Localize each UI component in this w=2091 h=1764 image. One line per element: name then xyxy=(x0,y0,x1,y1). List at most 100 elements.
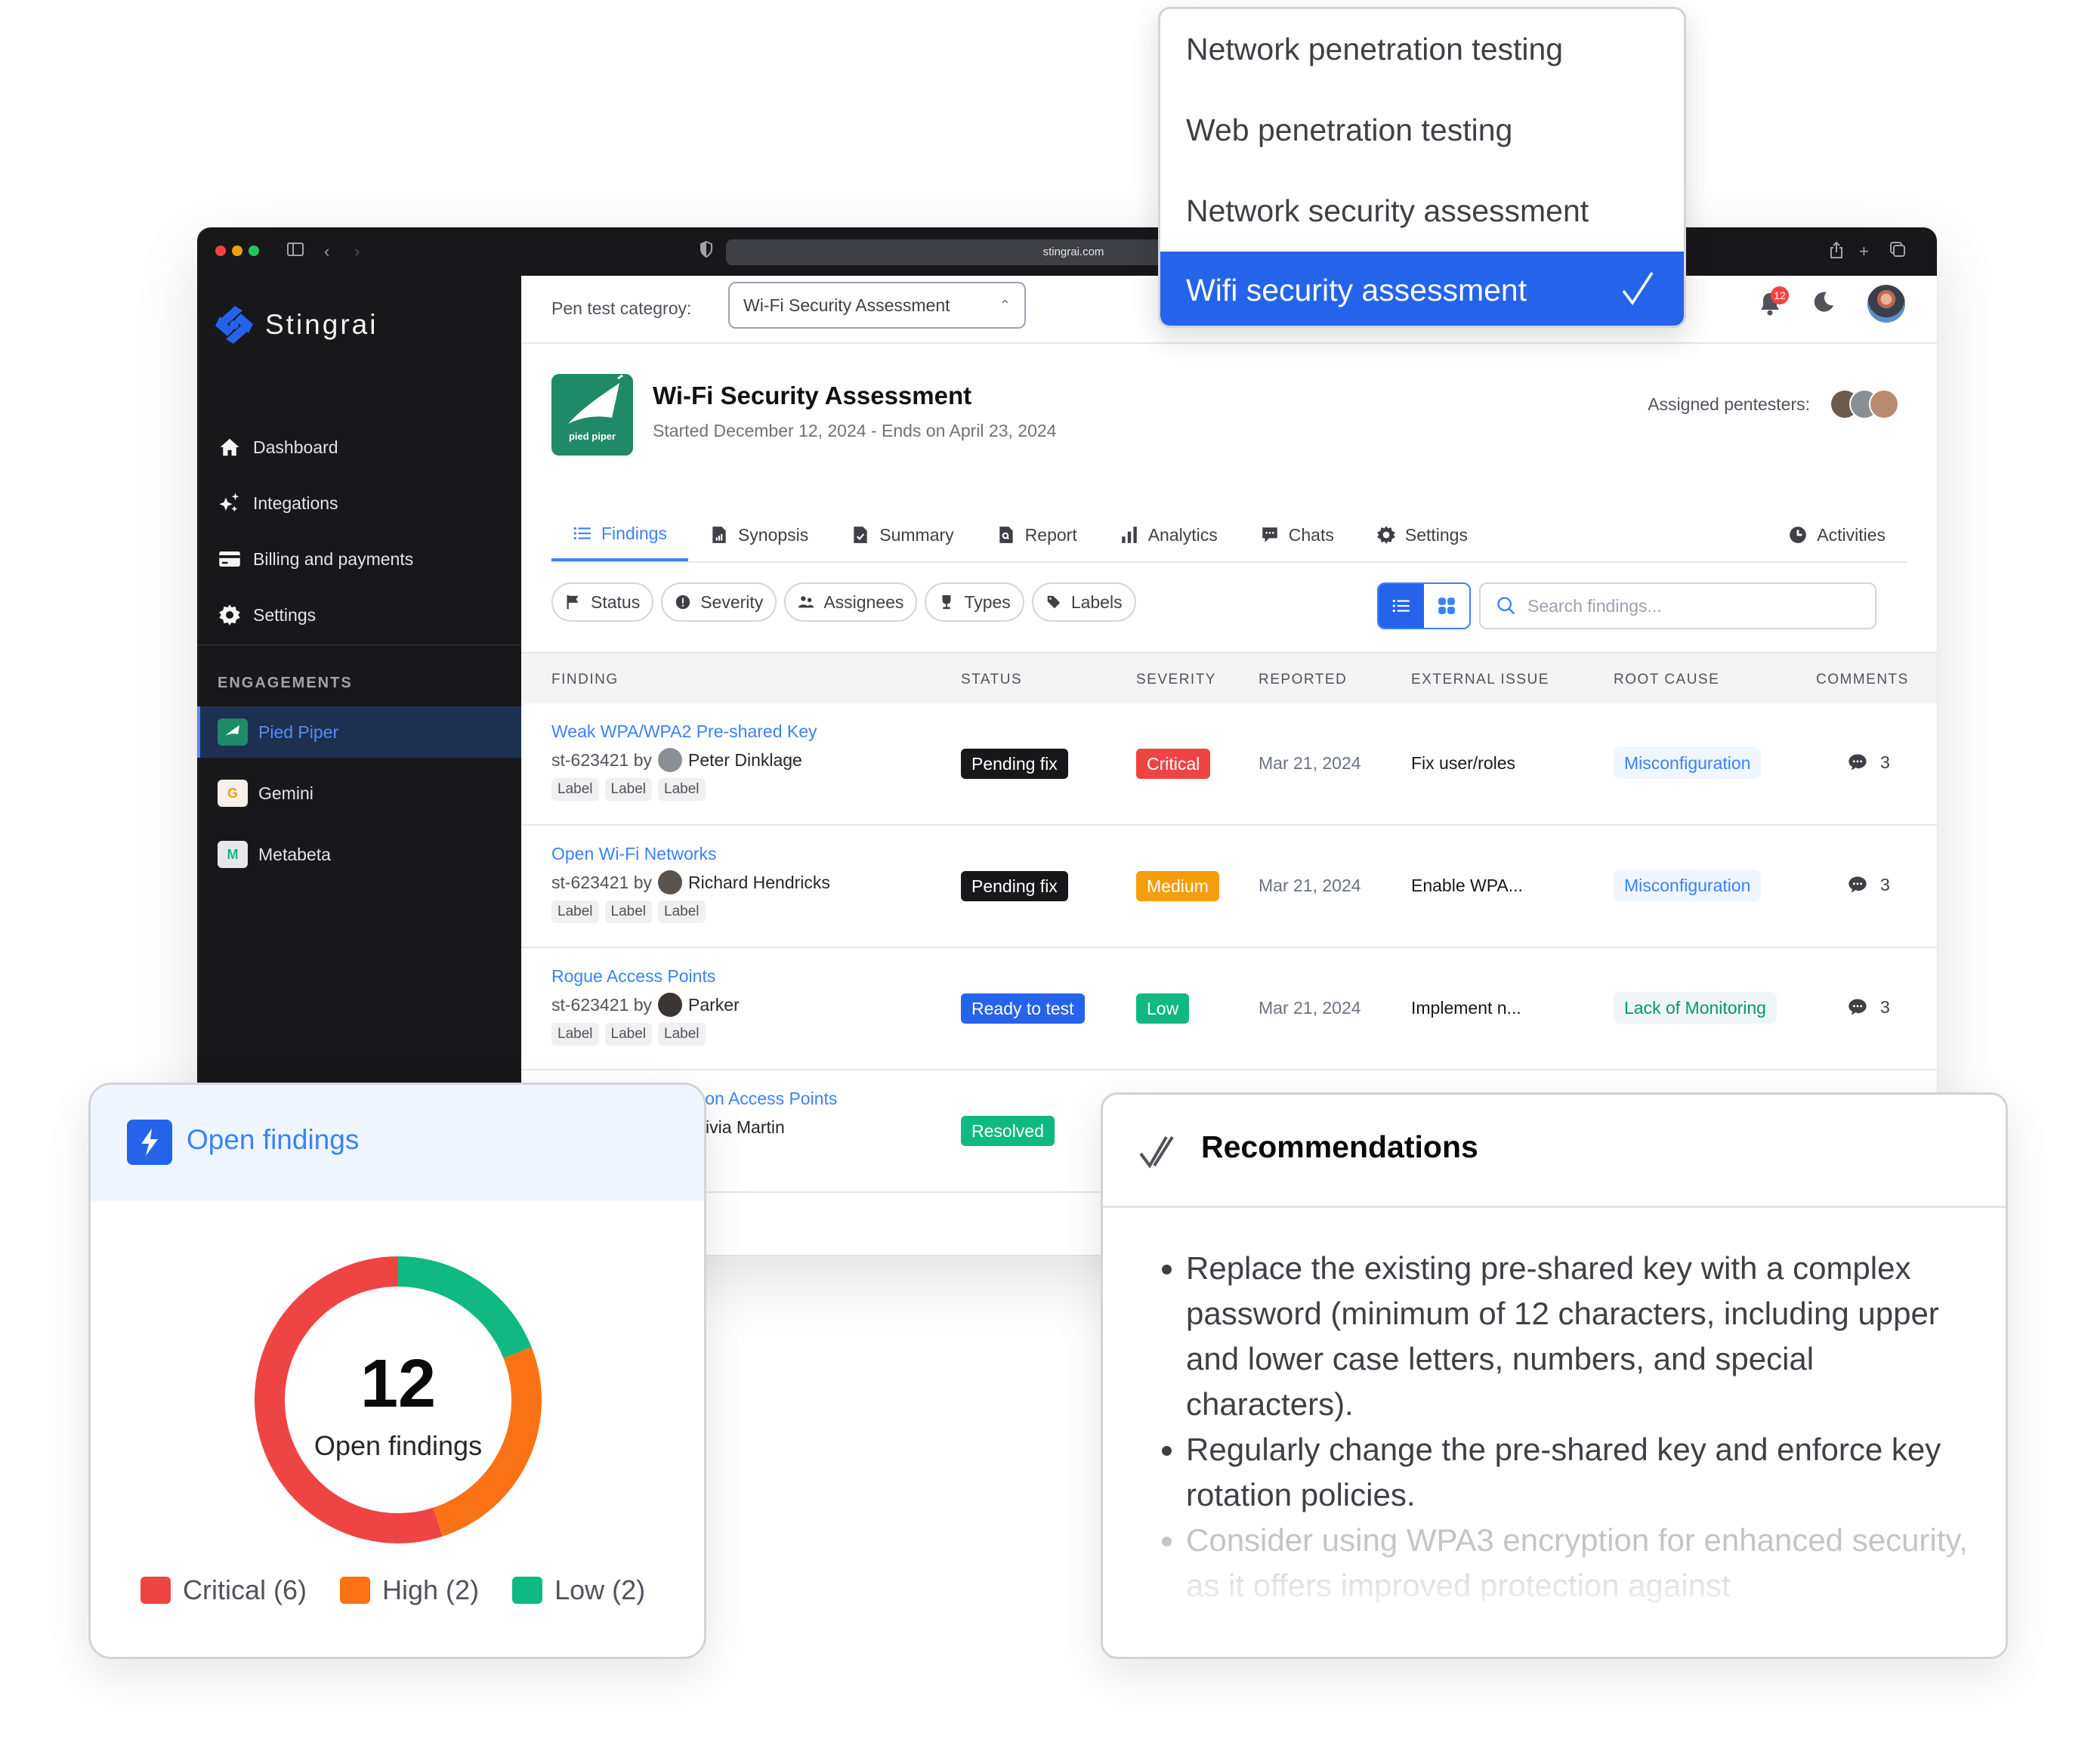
external-issue[interactable]: Fix user/roles xyxy=(1411,753,1515,774)
user-avatar[interactable] xyxy=(1866,283,1907,324)
tab-settings[interactable]: Settings xyxy=(1355,508,1489,561)
back-icon[interactable]: ‹ xyxy=(324,241,329,262)
table-row[interactable]: Open Wi-Fi Networks st-623421 by Richard H… xyxy=(521,826,1937,948)
comments-cell[interactable]: 3 xyxy=(1847,752,1890,773)
engagement-pied-piper[interactable]: Pied Piper xyxy=(197,706,521,758)
status-badge[interactable]: Pending fix xyxy=(961,749,1068,779)
root-cause-badge[interactable]: Lack of Monitoring xyxy=(1614,992,1777,1024)
sidebar-item-settings[interactable]: Settings xyxy=(197,587,521,643)
finding-title-link[interactable]: Weak WPA/WPA2 Pre-shared Key xyxy=(551,721,817,742)
sidebar-item-billing[interactable]: Billing and payments xyxy=(197,531,521,587)
maximize-window-button[interactable] xyxy=(249,246,259,256)
finding-title-link[interactable]: Rogue Access Points xyxy=(551,966,740,987)
status-badge[interactable]: Ready to test xyxy=(961,993,1085,1024)
tab-findings[interactable]: Findings xyxy=(551,508,688,561)
pentester-avatar[interactable] xyxy=(1869,389,1899,419)
label-tag[interactable]: Label xyxy=(658,778,706,801)
forward-icon[interactable]: › xyxy=(354,241,360,262)
label-tag[interactable]: Label xyxy=(551,1023,599,1046)
column-header[interactable]: SEVERITY xyxy=(1136,672,1216,688)
close-window-button[interactable] xyxy=(215,246,226,256)
tab-synopsis[interactable]: Synopsis xyxy=(688,508,829,561)
label-tag[interactable]: Label xyxy=(658,901,706,923)
dropdown-option-selected[interactable]: Wifi security assessment xyxy=(1160,252,1684,326)
dropdown-option[interactable]: Web penetration testing xyxy=(1160,90,1684,171)
filter-assignees[interactable]: Assignees xyxy=(784,582,918,622)
sidebar-item-dashboard[interactable]: Dashboard xyxy=(197,419,521,475)
tab-analytics[interactable]: Analytics xyxy=(1098,508,1239,561)
search-file-icon xyxy=(999,527,1013,543)
table-row[interactable]: Weak WPA/WPA2 Pre-shared Key st-623421 by… xyxy=(521,703,1937,826)
dropdown-option[interactable]: Network security assessment xyxy=(1160,171,1684,252)
column-header[interactable]: FINDING xyxy=(551,672,619,688)
finding-labels: LabelLabelLabel xyxy=(551,901,830,923)
dropdown-option[interactable]: Network penetration testing xyxy=(1160,9,1684,90)
pied-piper-logo-icon xyxy=(218,718,248,746)
column-header[interactable]: EXTERNAL ISSUE xyxy=(1411,672,1549,688)
reporter-avatar xyxy=(657,748,682,772)
status-badge[interactable]: Resolved xyxy=(961,1116,1055,1146)
finding-title-link[interactable]: Open Wi-Fi Networks xyxy=(551,844,830,864)
sidebar-item-integrations[interactable]: Integations xyxy=(197,475,521,531)
donut-slice-low[interactable] xyxy=(398,1256,532,1358)
legend-item-critical[interactable]: Critical (6) xyxy=(141,1574,307,1606)
status-cell: Pending fix xyxy=(961,749,1068,779)
label-tag[interactable]: Label xyxy=(604,1023,652,1046)
severity-badge[interactable]: Medium xyxy=(1136,871,1219,901)
filter-labels[interactable]: Labels xyxy=(1031,582,1136,622)
donut-slice-critical[interactable] xyxy=(255,1256,443,1543)
column-header[interactable]: STATUS xyxy=(961,672,1022,688)
label-tag[interactable]: Label xyxy=(658,1023,706,1046)
label-tag[interactable]: Label xyxy=(551,901,599,923)
column-header[interactable]: ROOT CAUSE xyxy=(1614,672,1719,688)
external-issue[interactable]: Enable WPA... xyxy=(1411,876,1523,896)
grid-view-button[interactable] xyxy=(1424,584,1469,628)
engagements-heading: ENGAGEMENTS xyxy=(218,675,353,691)
sidebar-nav: Dashboard Integations Billing and paymen… xyxy=(197,419,521,643)
severity-badge[interactable]: Critical xyxy=(1136,749,1211,779)
status-badge[interactable]: Pending fix xyxy=(961,871,1068,901)
comments-cell[interactable]: 3 xyxy=(1847,996,1890,1018)
share-icon[interactable] xyxy=(1829,241,1844,264)
assigned-pentesters: Assigned pentesters: xyxy=(1648,389,1899,419)
tab-activities[interactable]: Activities xyxy=(1767,508,1907,561)
legend-item-high[interactable]: High (2) xyxy=(340,1574,479,1606)
tab-report[interactable]: Report xyxy=(975,508,1098,561)
column-header[interactable]: COMMENTS xyxy=(1816,672,1909,688)
engagement-metabeta[interactable]: M Metabeta xyxy=(197,829,521,880)
pentester-avatars[interactable] xyxy=(1830,389,1899,419)
tabs-overview-icon[interactable] xyxy=(1889,241,1906,263)
sidebar-item-label: Settings xyxy=(253,604,317,625)
new-tab-icon[interactable]: + xyxy=(1859,241,1869,262)
label-tag[interactable]: Label xyxy=(604,901,652,923)
tab-summary[interactable]: Summary xyxy=(829,508,974,561)
fade-overlay xyxy=(1103,1543,2006,1657)
category-select[interactable]: Wi-Fi Security Assessment ⌃ xyxy=(728,282,1026,329)
notifications-button[interactable]: 12 xyxy=(1759,286,1789,317)
window-controls xyxy=(215,246,259,256)
root-cause-badge[interactable]: Misconfiguration xyxy=(1614,870,1762,901)
column-header[interactable]: REPORTED xyxy=(1259,672,1347,688)
reporter-name: Peter Dinklage xyxy=(687,749,802,770)
engagement-gemini[interactable]: G Gemini xyxy=(197,768,521,819)
brand-logo[interactable]: Stingrai xyxy=(212,303,378,347)
label-tag[interactable]: Label xyxy=(551,778,599,801)
legend-item-low[interactable]: Low (2) xyxy=(512,1574,645,1606)
label-tag[interactable]: Label xyxy=(604,778,652,801)
minimize-window-button[interactable] xyxy=(232,246,242,256)
tab-chats[interactable]: Chats xyxy=(1239,508,1355,561)
root-cause-badge[interactable]: Misconfiguration xyxy=(1614,747,1762,779)
filter-types[interactable]: Types xyxy=(925,582,1024,622)
table-row[interactable]: Rogue Access Points st-623421 by Parker Lab… xyxy=(521,948,1937,1070)
list-view-button[interactable] xyxy=(1379,584,1424,628)
search-input[interactable] xyxy=(1527,595,1860,616)
severity-badge[interactable]: Low xyxy=(1136,993,1190,1024)
sidebar-toggle-icon[interactable] xyxy=(286,241,304,263)
filter-status[interactable]: Status xyxy=(551,582,654,622)
filter-severity[interactable]: Severity xyxy=(661,582,777,622)
external-issue[interactable]: Implement n... xyxy=(1411,998,1521,1018)
donut-slice-high[interactable] xyxy=(433,1347,542,1537)
dark-mode-toggle[interactable] xyxy=(1811,290,1836,318)
brand-name: Stingrai xyxy=(265,309,378,340)
comments-cell[interactable]: 3 xyxy=(1847,874,1890,895)
